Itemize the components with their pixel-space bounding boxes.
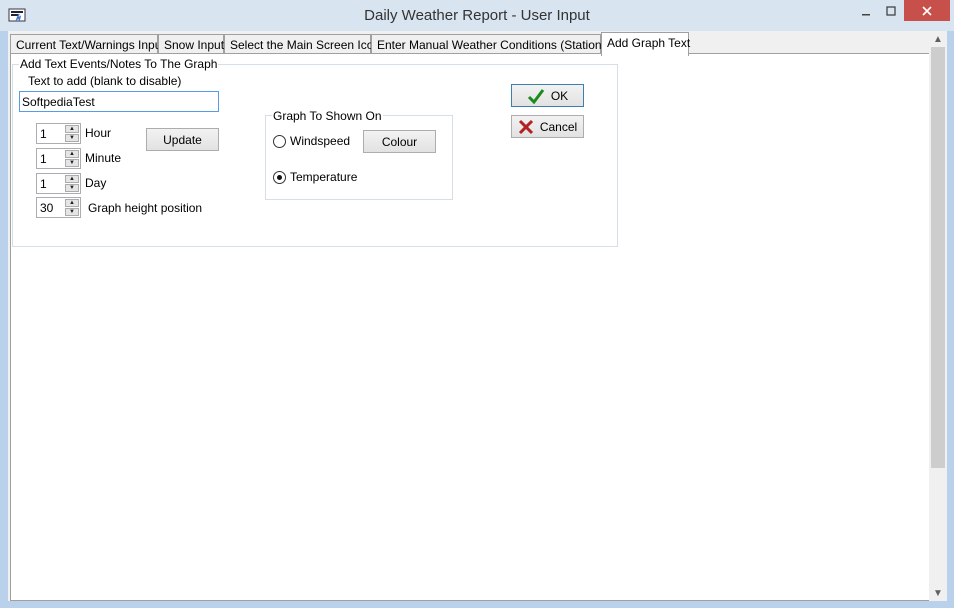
radio-checked-icon	[273, 170, 286, 184]
cancel-button-label: Cancel	[539, 119, 578, 134]
minimize-button[interactable]	[855, 0, 877, 21]
graph-height-spinner[interactable]: 30 ▲ ▼	[36, 197, 81, 218]
colour-button-label: Colour	[381, 134, 418, 149]
vertical-scrollbar[interactable]: ▲ ▼	[929, 31, 947, 601]
tab-manual-weather-conditions[interactable]: Enter Manual Weather Conditions (Station…	[371, 34, 627, 54]
spin-down-icon[interactable]: ▼	[65, 134, 79, 142]
events-group-legend: Add Text Events/Notes To The Graph	[19, 57, 219, 71]
day-label: Day	[85, 176, 107, 190]
windspeed-radio[interactable]: Windspeed	[273, 134, 350, 148]
tab-page-add-graph-text: Add Text Events/Notes To The Graph Text …	[10, 53, 931, 601]
spin-down-icon[interactable]: ▼	[65, 184, 79, 192]
spin-up-icon[interactable]: ▲	[65, 175, 79, 183]
colour-button[interactable]: Colour	[363, 130, 436, 153]
scroll-down-icon[interactable]: ▼	[929, 585, 947, 601]
minute-spinner[interactable]: 1 ▲ ▼	[36, 148, 81, 169]
tab-snow-input[interactable]: Snow Input	[158, 34, 224, 54]
minute-value: 1	[40, 152, 47, 166]
maximize-button[interactable]	[880, 0, 902, 21]
minute-label: Minute	[85, 151, 122, 165]
graph-group-legend: Graph To Shown On	[272, 109, 383, 123]
graph-height-label: Graph height position	[88, 201, 203, 215]
close-button[interactable]	[904, 0, 950, 21]
spin-up-icon[interactable]: ▲	[65, 125, 79, 133]
spin-up-icon[interactable]: ▲	[65, 199, 79, 207]
close-icon	[922, 5, 932, 16]
update-button-label: Update	[163, 132, 202, 147]
update-button[interactable]: Update	[146, 128, 219, 151]
hour-spinner[interactable]: 1 ▲ ▼	[36, 123, 81, 144]
tab-add-graph-text[interactable]: Add Graph Text	[601, 32, 690, 56]
graph-groupbox	[265, 115, 453, 200]
spin-down-icon[interactable]: ▼	[65, 208, 79, 216]
graph-height-value: 30	[40, 201, 54, 215]
text-to-add-input[interactable]: SoftpediaTest	[19, 91, 219, 112]
temperature-label: Temperature	[290, 170, 358, 184]
text-to-add-label: Text to add (blank to disable)	[28, 74, 182, 88]
ok-button[interactable]: OK	[511, 84, 584, 107]
tab-main-screen-icon[interactable]: Select the Main Screen Icon	[224, 34, 380, 54]
hour-value: 1	[40, 127, 47, 141]
day-value: 1	[40, 177, 47, 191]
maximize-icon	[886, 5, 896, 16]
window-title: Daily Weather Report - User Input	[364, 7, 590, 24]
client-area: Current Text/Warnings Input Snow Input S…	[8, 31, 947, 601]
cancel-x-icon	[518, 119, 533, 134]
day-spinner[interactable]: 1 ▲ ▼	[36, 173, 81, 194]
windspeed-label: Windspeed	[290, 134, 351, 148]
cancel-button[interactable]: Cancel	[511, 115, 584, 138]
minimize-icon	[862, 13, 870, 15]
scrollbar-thumb[interactable]	[931, 47, 945, 468]
scroll-up-icon[interactable]: ▲	[929, 31, 947, 47]
spin-down-icon[interactable]: ▼	[65, 159, 79, 167]
temperature-radio[interactable]: Temperature	[273, 170, 357, 184]
tab-current-text-warnings[interactable]: Current Text/Warnings Input	[10, 34, 165, 54]
spin-up-icon[interactable]: ▲	[65, 150, 79, 158]
checkmark-icon	[527, 88, 545, 104]
hour-label: Hour	[85, 126, 112, 140]
radio-unchecked-icon	[273, 134, 286, 148]
ok-button-label: OK	[550, 88, 569, 103]
title-bar: Daily Weather Report - User Input	[0, 0, 954, 31]
